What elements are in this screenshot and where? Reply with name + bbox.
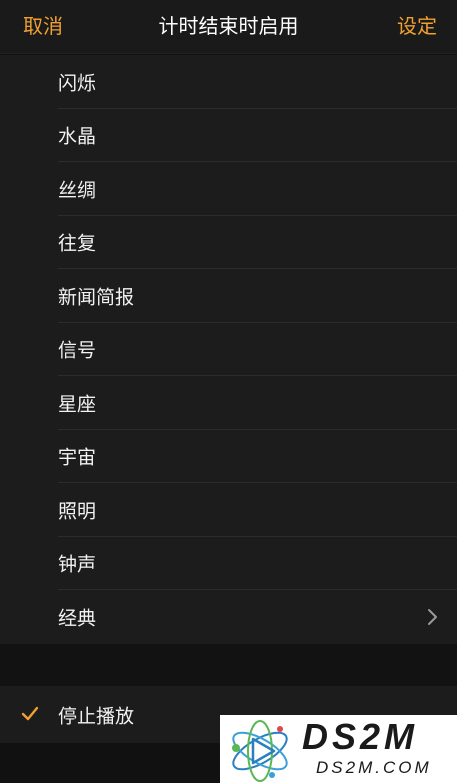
timer-end-sound-screen: 取消 计时结束时启用 设定 闪烁 水晶 丝绸 往复 新闻简报 信号 星座 宇宙 … [0, 0, 457, 783]
list-item-chimes[interactable]: 钟声 [0, 537, 457, 590]
list-item-silk[interactable]: 丝绸 [0, 162, 457, 216]
list-item-signal[interactable]: 信号 [0, 323, 457, 376]
list-item-cosmos[interactable]: 宇宙 [0, 430, 457, 483]
list-item-label: 丝绸 [58, 179, 97, 202]
list-item-crystal[interactable]: 水晶 [0, 109, 457, 162]
watermark-logo: DS2M DS2M.COM [220, 715, 457, 783]
checkmark-icon [21, 706, 39, 721]
list-item-label: 新闻简报 [58, 286, 135, 309]
list-item-illuminate[interactable]: 照明 [0, 483, 457, 537]
watermark-domain: DS2M.COM [316, 758, 432, 777]
list-item-constellation[interactable]: 星座 [0, 376, 457, 430]
list-item-label: 照明 [58, 500, 97, 523]
chevron-right-icon [428, 608, 437, 625]
list-item-label: 宇宙 [58, 446, 97, 469]
stop-playback-label: 停止播放 [58, 705, 135, 727]
section-gap [0, 644, 457, 686]
list-item-flash[interactable]: 闪烁 [0, 55, 457, 109]
list-item-news-briefing[interactable]: 新闻简报 [0, 269, 457, 323]
navigation-bar: 取消 计时结束时启用 设定 [0, 0, 457, 54]
list-item-label: 信号 [58, 339, 97, 362]
list-item-label: 往复 [58, 232, 97, 255]
list-item-reciprocate[interactable]: 往复 [0, 216, 457, 269]
sound-list: 闪烁 水晶 丝绸 往复 新闻简报 信号 星座 宇宙 照明 钟声 经典 [0, 55, 457, 644]
watermark-brand: DS2M [302, 716, 418, 757]
set-button[interactable]: 设定 [397, 13, 437, 39]
ds2m-logo-icon: DS2M DS2M.COM [232, 716, 432, 782]
list-item-label: 星座 [58, 393, 97, 416]
list-item-label: 经典 [58, 607, 97, 630]
list-item-label: 水晶 [58, 125, 97, 148]
list-item-label: 钟声 [58, 553, 97, 576]
list-item-label: 闪烁 [58, 72, 97, 95]
list-item-classic[interactable]: 经典 [0, 590, 457, 644]
page-title: 计时结束时启用 [158, 14, 299, 38]
